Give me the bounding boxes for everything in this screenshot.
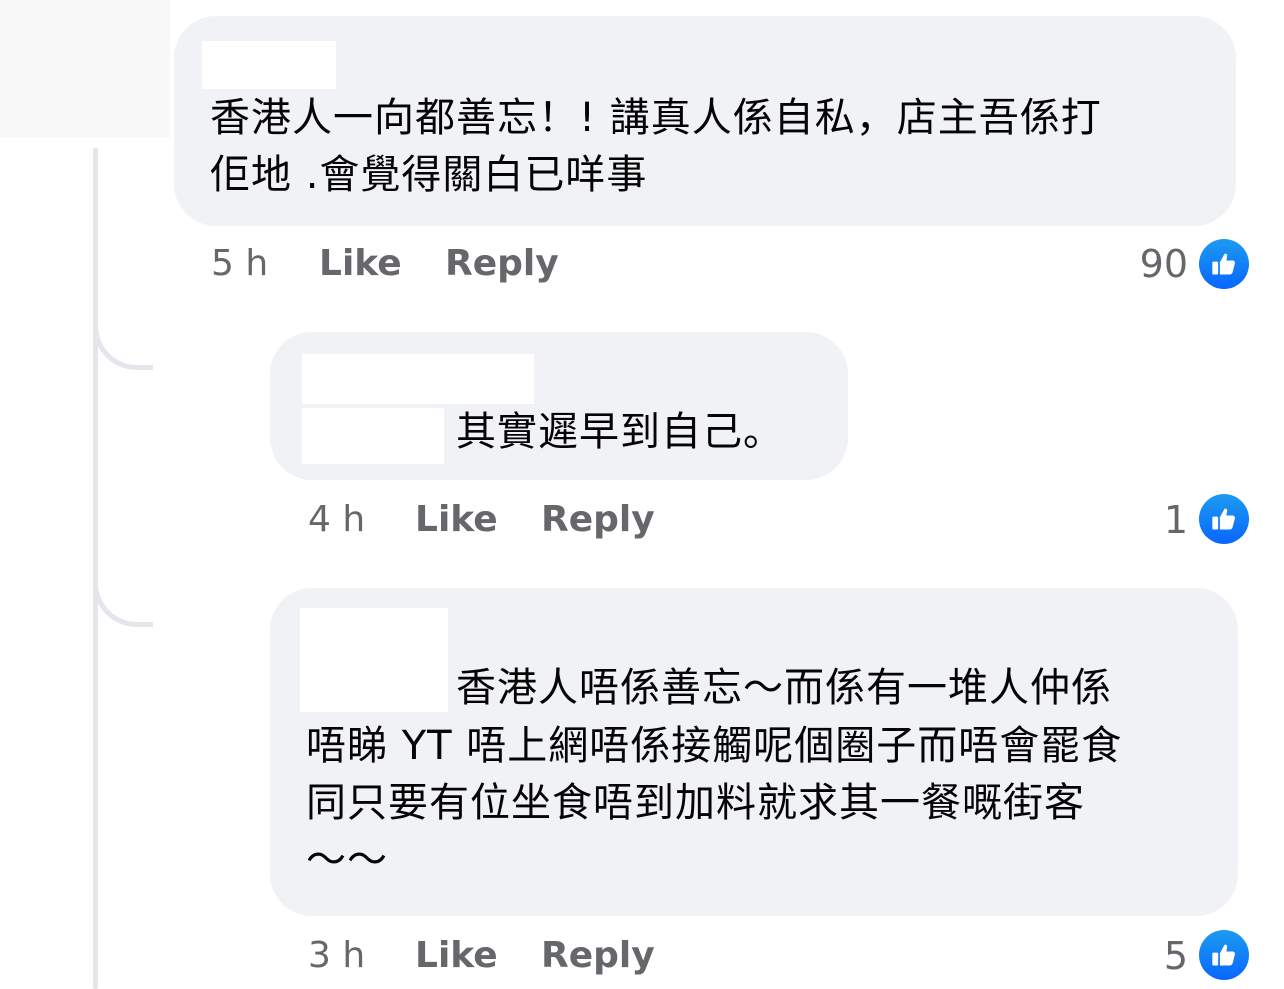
reaction-count[interactable]: 1 (1100, 498, 1188, 542)
thumbs-up-icon[interactable] (1199, 494, 1249, 544)
redacted-author-name[interactable] (202, 41, 336, 89)
reply-bubble: 香港人唔係善忘～而係有一堆人仲係 唔睇 YT 唔上網唔係接觸呢個圈子而唔會罷食 … (270, 588, 1238, 916)
like-button[interactable]: Like (415, 498, 498, 542)
reply-button[interactable]: Reply (541, 498, 655, 542)
comment-timestamp[interactable]: 3 h (308, 934, 365, 978)
like-button[interactable]: Like (415, 934, 498, 978)
reply-text: 唔睇 YT 唔上網唔係接觸呢個圈子而唔會罷食 同只要有位坐食唔到加料就求其一餐嘅… (306, 723, 1123, 883)
comment-timestamp[interactable]: 5 h (211, 242, 268, 286)
reaction-count[interactable]: 5 (1100, 934, 1188, 978)
thumbs-up-icon[interactable] (1199, 239, 1249, 289)
thread-branch-reply-1 (93, 300, 153, 370)
redacted-author-name[interactable] (302, 354, 534, 404)
reaction-count[interactable]: 90 (1100, 242, 1188, 286)
comment-timestamp[interactable]: 4 h (308, 498, 365, 542)
like-button[interactable]: Like (319, 242, 402, 286)
reply-text: 其實遲早到自己。 (456, 409, 784, 455)
reply-button[interactable]: Reply (541, 934, 655, 978)
reply-button[interactable]: Reply (445, 242, 559, 286)
redacted-author-name[interactable] (300, 608, 448, 712)
reply-bubble: 其實遲早到自己。 (270, 332, 848, 480)
comment-text: 香港人一向都善忘！! 講真人係自私，店主吾係打 佢地 .會覺得關白已咩事 (210, 95, 1102, 198)
thread-branch-reply-2 (93, 557, 153, 627)
redacted-avatar (0, 0, 170, 138)
thumbs-up-icon[interactable] (1199, 930, 1249, 980)
reply-text-first-line: 香港人唔係善忘～而係有一堆人仲係 (456, 665, 1112, 711)
redacted-author-name-2 (302, 408, 444, 464)
comment-bubble: 香港人一向都善忘！! 講真人係自私，店主吾係打 佢地 .會覺得關白已咩事 (174, 16, 1236, 226)
